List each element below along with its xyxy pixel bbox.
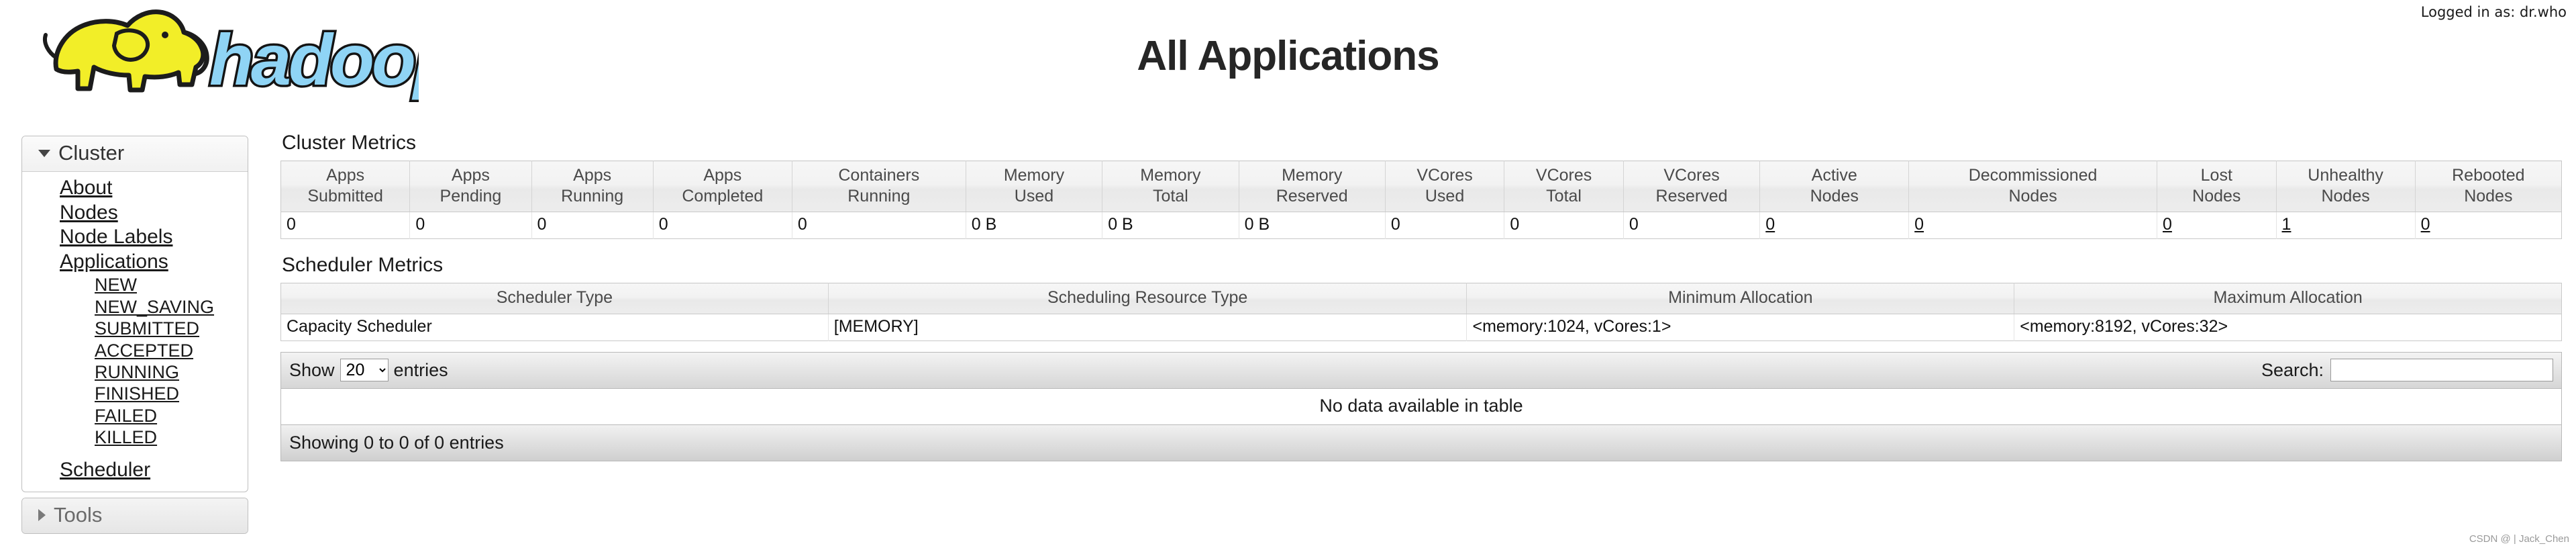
cluster-metric-header-memory-reserved: Memory Reserved bbox=[1239, 161, 1386, 212]
scheduler-metrics-title: Scheduler Metrics bbox=[282, 254, 444, 276]
cluster-metric-header-apps-submitted: Apps Submitted bbox=[280, 161, 411, 212]
scheduler-value-scheduler-type: Capacity Scheduler bbox=[280, 314, 829, 340]
cluster-metric-value-vcores-used: 0 bbox=[1385, 212, 1505, 239]
cluster-metric-header-vcores-total: VCores Total bbox=[1504, 161, 1624, 212]
search-label: Search: bbox=[2261, 359, 2324, 380]
watermark-text: CSDN @ | Jack_Chen bbox=[2469, 533, 2569, 545]
sidebar-item-state-killed[interactable]: KILLED bbox=[22, 426, 248, 448]
sidebar-item-nodes[interactable]: Nodes bbox=[22, 201, 248, 226]
cluster-metric-header-apps-pending: Apps Pending bbox=[409, 161, 532, 212]
cluster-metric-link[interactable]: 0 bbox=[1914, 215, 1924, 234]
cluster-metrics-value-row: 000000 B0 B0 B00000010 bbox=[280, 212, 2562, 239]
scheduler-header-minimum-allocation: Minimum Allocation bbox=[1466, 283, 2015, 314]
cluster-metric-link[interactable]: 0 bbox=[2421, 215, 2430, 234]
cluster-metric-header-memory-total: Memory Total bbox=[1102, 161, 1239, 212]
sidebar-item-state-new[interactable]: NEW bbox=[22, 274, 248, 295]
cluster-metric-header-containers-running: Containers Running bbox=[792, 161, 966, 212]
scheduler-header-maximum-allocation: Maximum Allocation bbox=[2014, 283, 2562, 314]
sidebar-item-state-accepted[interactable]: ACCEPTED bbox=[22, 340, 248, 361]
cluster-metric-value-memory-reserved: 0 B bbox=[1239, 212, 1386, 239]
cluster-metric-value-rebooted-nodes[interactable]: 0 bbox=[2415, 212, 2562, 239]
cluster-metric-link[interactable]: 0 bbox=[1765, 215, 1775, 234]
applications-empty-row: No data available in table bbox=[281, 388, 2561, 424]
cluster-metric-value-vcores-reserved: 0 bbox=[1623, 212, 1761, 239]
cluster-metric-header-vcores-reserved: VCores Reserved bbox=[1623, 161, 1761, 212]
cluster-metric-value-apps-submitted: 0 bbox=[280, 212, 411, 239]
sidebar-item-about[interactable]: About bbox=[22, 176, 248, 201]
page-length-control: Show 20406080100 entries bbox=[289, 359, 448, 381]
cluster-metric-value-decommissioned-nodes[interactable]: 0 bbox=[1908, 212, 2158, 239]
show-label: Show bbox=[289, 359, 335, 380]
showing-entries-info: Showing 0 to 0 of 0 entries bbox=[289, 432, 504, 453]
cluster-metrics-table: Apps Submitted Apps Pending Apps Running Apps C… bbox=[280, 161, 2562, 239]
sidebar-cluster-header[interactable]: Cluster bbox=[22, 136, 248, 172]
cluster-metrics-header-row: Apps Submitted Apps Pending Apps Running Apps C… bbox=[280, 161, 2562, 212]
cluster-metric-value-vcores-total: 0 bbox=[1504, 212, 1624, 239]
cluster-metric-value-apps-completed: 0 bbox=[653, 212, 792, 239]
sidebar-item-node-labels[interactable]: Node Labels bbox=[22, 225, 248, 250]
cluster-metric-header-memory-used: Memory Used bbox=[966, 161, 1103, 212]
sidebar: Cluster About Nodes Node Labels Applicat… bbox=[21, 136, 248, 539]
cluster-metric-value-unhealthy-nodes[interactable]: 1 bbox=[2276, 212, 2416, 239]
sidebar-item-state-new-saving[interactable]: NEW_SAVING bbox=[22, 296, 248, 318]
page-title: All Applications bbox=[1137, 33, 1439, 79]
chevron-down-icon bbox=[38, 149, 50, 157]
cluster-metric-header-vcores-used: VCores Used bbox=[1385, 161, 1505, 212]
scheduler-metrics-header-row: Scheduler Type Scheduling Resource Type Mi… bbox=[280, 283, 2562, 314]
page-length-select[interactable]: 20406080100 bbox=[340, 359, 389, 381]
sidebar-cluster-links: About Nodes Node Labels Applications NEW… bbox=[22, 172, 248, 492]
logged-in-label: Logged in as: dr.who bbox=[2420, 4, 2567, 20]
yarn-resourcemanager-page: Logged in as: dr.who hadoop All Applicat… bbox=[0, 0, 2576, 546]
entries-label: entries bbox=[393, 359, 448, 380]
sidebar-item-state-finished[interactable]: FINISHED bbox=[22, 383, 248, 404]
empty-message: No data available in table bbox=[281, 388, 2561, 424]
datatable-footer: Showing 0 to 0 of 0 entries bbox=[281, 424, 2561, 461]
cluster-metric-header-unhealthy-nodes: Unhealthy Nodes bbox=[2276, 161, 2416, 212]
scheduler-header-scheduling-resource-type: Scheduling Resource Type bbox=[828, 283, 1467, 314]
scheduler-value-scheduling-resource-type: [MEMORY] bbox=[828, 314, 1467, 340]
sidebar-tools-block: Tools bbox=[21, 498, 248, 535]
cluster-metric-header-lost-nodes: Lost Nodes bbox=[2157, 161, 2277, 212]
sidebar-item-applications[interactable]: Applications bbox=[22, 250, 248, 275]
cluster-metric-link[interactable]: 0 bbox=[2163, 215, 2172, 234]
sidebar-cluster-label: Cluster bbox=[58, 141, 125, 165]
cluster-metric-header-active-nodes: Active Nodes bbox=[1759, 161, 1910, 212]
chevron-right-icon bbox=[38, 509, 46, 522]
sidebar-tools-header[interactable]: Tools bbox=[22, 498, 248, 534]
cluster-metrics-title: Cluster Metrics bbox=[282, 132, 417, 154]
search-input[interactable] bbox=[2330, 359, 2553, 381]
cluster-metric-value-active-nodes[interactable]: 0 bbox=[1759, 212, 1910, 239]
cluster-metric-link[interactable]: 1 bbox=[2282, 215, 2291, 234]
cluster-metric-value-containers-running: 0 bbox=[792, 212, 966, 239]
main-content: Cluster Metrics Apps Submitted Apps Pending… bbox=[280, 132, 2562, 461]
scheduler-header-scheduler-type: Scheduler Type bbox=[280, 283, 829, 314]
sidebar-item-state-running[interactable]: RUNNING bbox=[22, 361, 248, 383]
applications-datatable: Show 20406080100 entries Search: No data… bbox=[280, 351, 2562, 461]
sidebar-cluster-block: Cluster About Nodes Node Labels Applicat… bbox=[21, 136, 248, 493]
cluster-metric-value-memory-used: 0 B bbox=[966, 212, 1103, 239]
cluster-metric-header-rebooted-nodes: Rebooted Nodes bbox=[2415, 161, 2562, 212]
scheduler-metrics-table: Scheduler Type Scheduling Resource Type Mi… bbox=[280, 283, 2562, 341]
cluster-metric-header-decommissioned-nodes: Decommissioned Nodes bbox=[1908, 161, 2158, 212]
scheduler-value-maximum-allocation: <memory:8192, vCores:32> bbox=[2014, 314, 2562, 340]
cluster-metric-value-lost-nodes[interactable]: 0 bbox=[2157, 212, 2277, 239]
cluster-metric-value-apps-pending: 0 bbox=[409, 212, 532, 239]
datatable-toolbar: Show 20406080100 entries Search: bbox=[281, 352, 2561, 389]
sidebar-item-state-submitted[interactable]: SUBMITTED bbox=[22, 318, 248, 339]
cluster-metric-header-apps-running: Apps Running bbox=[531, 161, 654, 212]
cluster-metric-value-apps-running: 0 bbox=[531, 212, 654, 239]
sidebar-item-scheduler[interactable]: Scheduler bbox=[22, 458, 248, 483]
scheduler-value-minimum-allocation: <memory:1024, vCores:1> bbox=[1466, 314, 2015, 340]
cluster-metric-value-memory-total: 0 B bbox=[1102, 212, 1239, 239]
sidebar-tools-label: Tools bbox=[54, 503, 103, 527]
scheduler-metrics-value-row: Capacity Scheduler [MEMORY] <memory:1024, … bbox=[280, 314, 2562, 340]
sidebar-item-state-failed[interactable]: FAILED bbox=[22, 405, 248, 426]
search-control: Search: bbox=[2261, 359, 2553, 381]
cluster-metric-header-apps-completed: Apps Completed bbox=[653, 161, 792, 212]
applications-table: No data available in table bbox=[281, 388, 2561, 424]
